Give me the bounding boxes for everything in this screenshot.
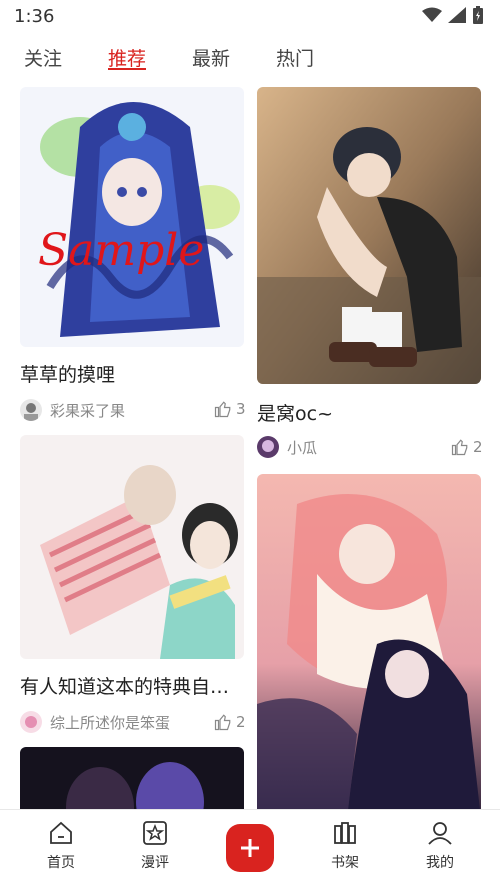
active-tab-underline — [108, 68, 146, 70]
post-author[interactable]: 综上所述你是笨蛋 — [20, 709, 170, 735]
like-button[interactable]: 2 — [451, 438, 483, 456]
like-count: 2 — [473, 438, 483, 456]
plus-icon — [241, 839, 259, 857]
artwork-pink-and-dark-haired-girls — [257, 474, 481, 809]
avatar[interactable] — [257, 436, 279, 458]
bottom-navigation: 首页 漫评 书架 我的 — [0, 809, 500, 889]
like-count: 2 — [236, 713, 246, 731]
post-title[interactable]: 草草的摸哩 — [20, 360, 244, 387]
tab-following[interactable]: 关注 — [24, 44, 62, 71]
like-button[interactable]: 2 — [214, 713, 246, 731]
author-name[interactable]: 综上所述你是笨蛋 — [50, 712, 170, 733]
post-title[interactable]: 是窝oc~ — [257, 399, 481, 426]
thumbs-up-icon — [451, 439, 468, 456]
avatar[interactable] — [20, 399, 42, 421]
thumbs-up-icon — [214, 401, 231, 418]
artwork-sitting-girl — [257, 87, 481, 384]
post-image[interactable]: Sample — [20, 87, 244, 347]
home-icon — [50, 821, 72, 844]
bookshelf-icon — [334, 822, 356, 844]
signal-icon — [448, 7, 466, 23]
nav-reviews-label: 漫评 — [141, 855, 169, 871]
nav-reviews[interactable]: 漫评 — [125, 820, 185, 872]
like-count: 3 — [236, 400, 246, 418]
status-icons — [422, 6, 484, 24]
tab-recommended[interactable]: 推荐 — [108, 44, 146, 71]
post-image[interactable] — [257, 87, 481, 384]
nav-bookshelf[interactable]: 书架 — [315, 820, 375, 872]
thumbs-up-icon — [214, 714, 231, 731]
profile-icon — [428, 822, 452, 845]
post-author[interactable]: 彩果采了果 — [20, 397, 125, 423]
nav-home[interactable]: 首页 — [31, 820, 91, 872]
nav-bookshelf-label: 书架 — [331, 855, 359, 871]
post-image[interactable] — [257, 474, 481, 809]
like-button[interactable]: 3 — [214, 400, 246, 418]
status-time: 1:36 — [14, 6, 55, 27]
artwork-blue-haired-girl: Sample — [20, 87, 244, 347]
post-feed[interactable]: Sample 草草的摸哩 彩果采了果 3 是窝oc~ 小瓜 2 有人知道这本的特… — [0, 86, 500, 809]
post-image[interactable] — [20, 435, 244, 659]
create-post-button[interactable] — [226, 824, 274, 872]
category-tabs: 关注 推荐 最新 热门 — [0, 36, 500, 76]
nav-profile-label: 我的 — [426, 855, 454, 871]
post-image[interactable] — [20, 747, 244, 809]
post-author[interactable]: 小瓜 — [257, 434, 317, 460]
tab-latest[interactable]: 最新 — [192, 44, 230, 71]
post-title[interactable]: 有人知道这本的特典自… — [20, 672, 244, 699]
author-name[interactable]: 小瓜 — [287, 437, 317, 458]
artwork-dark-scene — [20, 747, 244, 809]
star-review-icon — [143, 821, 167, 845]
sample-watermark: Sample — [38, 225, 204, 276]
author-name[interactable]: 彩果采了果 — [50, 400, 125, 421]
battery-icon — [473, 6, 483, 24]
wifi-icon — [422, 7, 442, 22]
avatar[interactable] — [20, 711, 42, 733]
tab-popular[interactable]: 热门 — [276, 44, 314, 71]
artwork-couple-sketch — [20, 435, 244, 659]
status-bar: 1:36 — [0, 0, 500, 34]
nav-home-label: 首页 — [47, 855, 75, 871]
nav-profile[interactable]: 我的 — [410, 820, 470, 872]
